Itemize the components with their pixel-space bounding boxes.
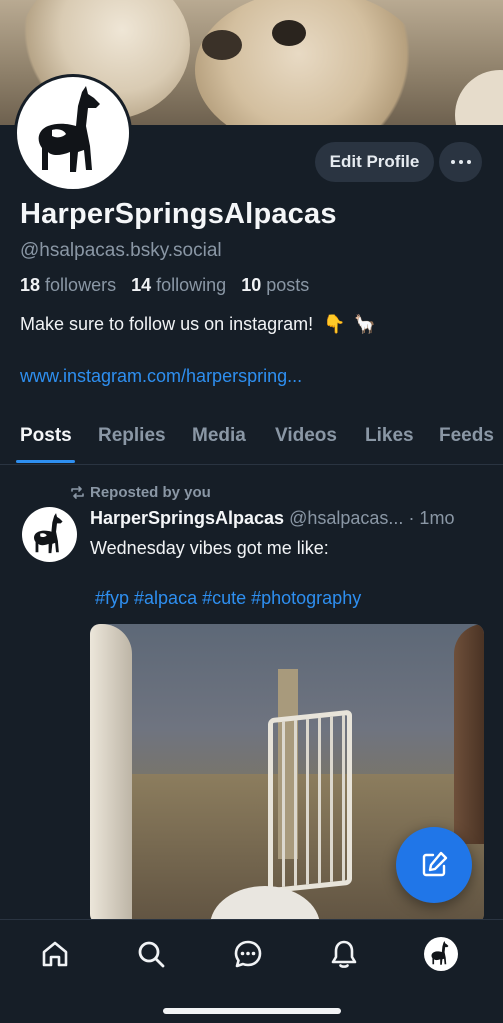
profile-avatar <box>424 937 458 971</box>
post-author-handle[interactable]: @hsalpacas... <box>289 508 403 528</box>
post-hashtags[interactable]: #fyp #alpaca #cute #photography <box>95 588 361 609</box>
followers-label: followers <box>45 275 117 295</box>
post-author-avatar[interactable] <box>22 507 77 562</box>
active-tab-indicator <box>16 460 75 463</box>
posts-label: posts <box>266 275 310 295</box>
nav-search[interactable] <box>133 936 169 972</box>
image-alpaca-fur-left <box>90 624 132 924</box>
profile-tabs: Posts Replies Media Videos Likes Feeds <box>0 414 503 465</box>
nav-home[interactable] <box>37 936 73 972</box>
post-timestamp[interactable]: · 1mo <box>408 508 454 528</box>
banner-alpaca-right <box>455 70 503 125</box>
repost-label: Reposted by you <box>90 484 211 501</box>
tab-likes[interactable]: Likes <box>365 425 414 447</box>
nav-profile[interactable] <box>423 936 459 972</box>
bell-icon <box>331 940 357 968</box>
image-gate <box>268 709 352 894</box>
banner-alpaca-center <box>195 0 425 125</box>
home-icon <box>42 941 68 967</box>
following-count: 14 <box>131 275 152 295</box>
profile-bio: Make sure to follow us on instagram! 👇 🦙 <box>20 314 376 335</box>
tab-videos[interactable]: Videos <box>275 425 337 447</box>
alpaca-logo-icon <box>431 941 449 965</box>
profile-avatar[interactable] <box>14 74 132 192</box>
tab-posts[interactable]: Posts <box>20 425 72 447</box>
profile-link[interactable]: www.instagram.com/harperspring... <box>20 366 302 387</box>
banner-alpaca-nose <box>202 30 242 60</box>
nav-notifications[interactable] <box>326 936 362 972</box>
nav-chat[interactable] <box>230 936 266 972</box>
tab-feeds[interactable]: Feeds <box>439 425 494 447</box>
ellipsis-dot <box>458 160 463 164</box>
chat-icon <box>234 940 262 968</box>
followers-count: 18 <box>20 275 41 295</box>
ellipsis-dot <box>466 160 471 164</box>
posts-stat: 10 posts <box>241 275 309 295</box>
followers-link[interactable]: 18 followers <box>20 275 116 295</box>
llama-emoji: 🦙 <box>353 314 376 334</box>
posts-count: 10 <box>241 275 262 295</box>
bio-text: Make sure to follow us on instagram! <box>20 314 314 334</box>
repost-icon <box>71 486 84 499</box>
ellipsis-icon <box>450 160 455 164</box>
profile-stats: 18 followers 14 following 10 posts <box>20 275 309 296</box>
post-header: HarperSpringsAlpacas @hsalpacas... · 1mo <box>90 508 485 529</box>
compose-icon <box>422 851 448 877</box>
search-icon <box>138 941 165 968</box>
edit-profile-button[interactable]: Edit Profile <box>315 142 434 182</box>
alpaca-logo-icon <box>38 86 100 172</box>
banner-alpaca-eye <box>272 20 306 46</box>
compose-button[interactable] <box>396 827 472 903</box>
profile-handle: @hsalpacas.bsky.social <box>20 240 222 261</box>
alpaca-logo-icon <box>33 512 63 553</box>
repost-indicator: Reposted by you <box>70 484 211 501</box>
pointing-down-emoji: 👇 <box>323 314 346 334</box>
bottom-navigation <box>0 919 503 1023</box>
tab-media[interactable]: Media <box>192 425 246 447</box>
display-name: HarperSpringsAlpacas <box>20 198 337 230</box>
tab-replies[interactable]: Replies <box>98 425 166 447</box>
image-alpaca-fur-right <box>454 624 484 844</box>
post-author-name[interactable]: HarperSpringsAlpacas <box>90 508 284 528</box>
home-indicator[interactable] <box>163 1008 341 1014</box>
post-text: Wednesday vibes got me like: <box>90 538 329 558</box>
more-options-button[interactable] <box>439 142 482 182</box>
following-link[interactable]: 14 following <box>131 275 226 295</box>
following-label: following <box>156 275 227 295</box>
